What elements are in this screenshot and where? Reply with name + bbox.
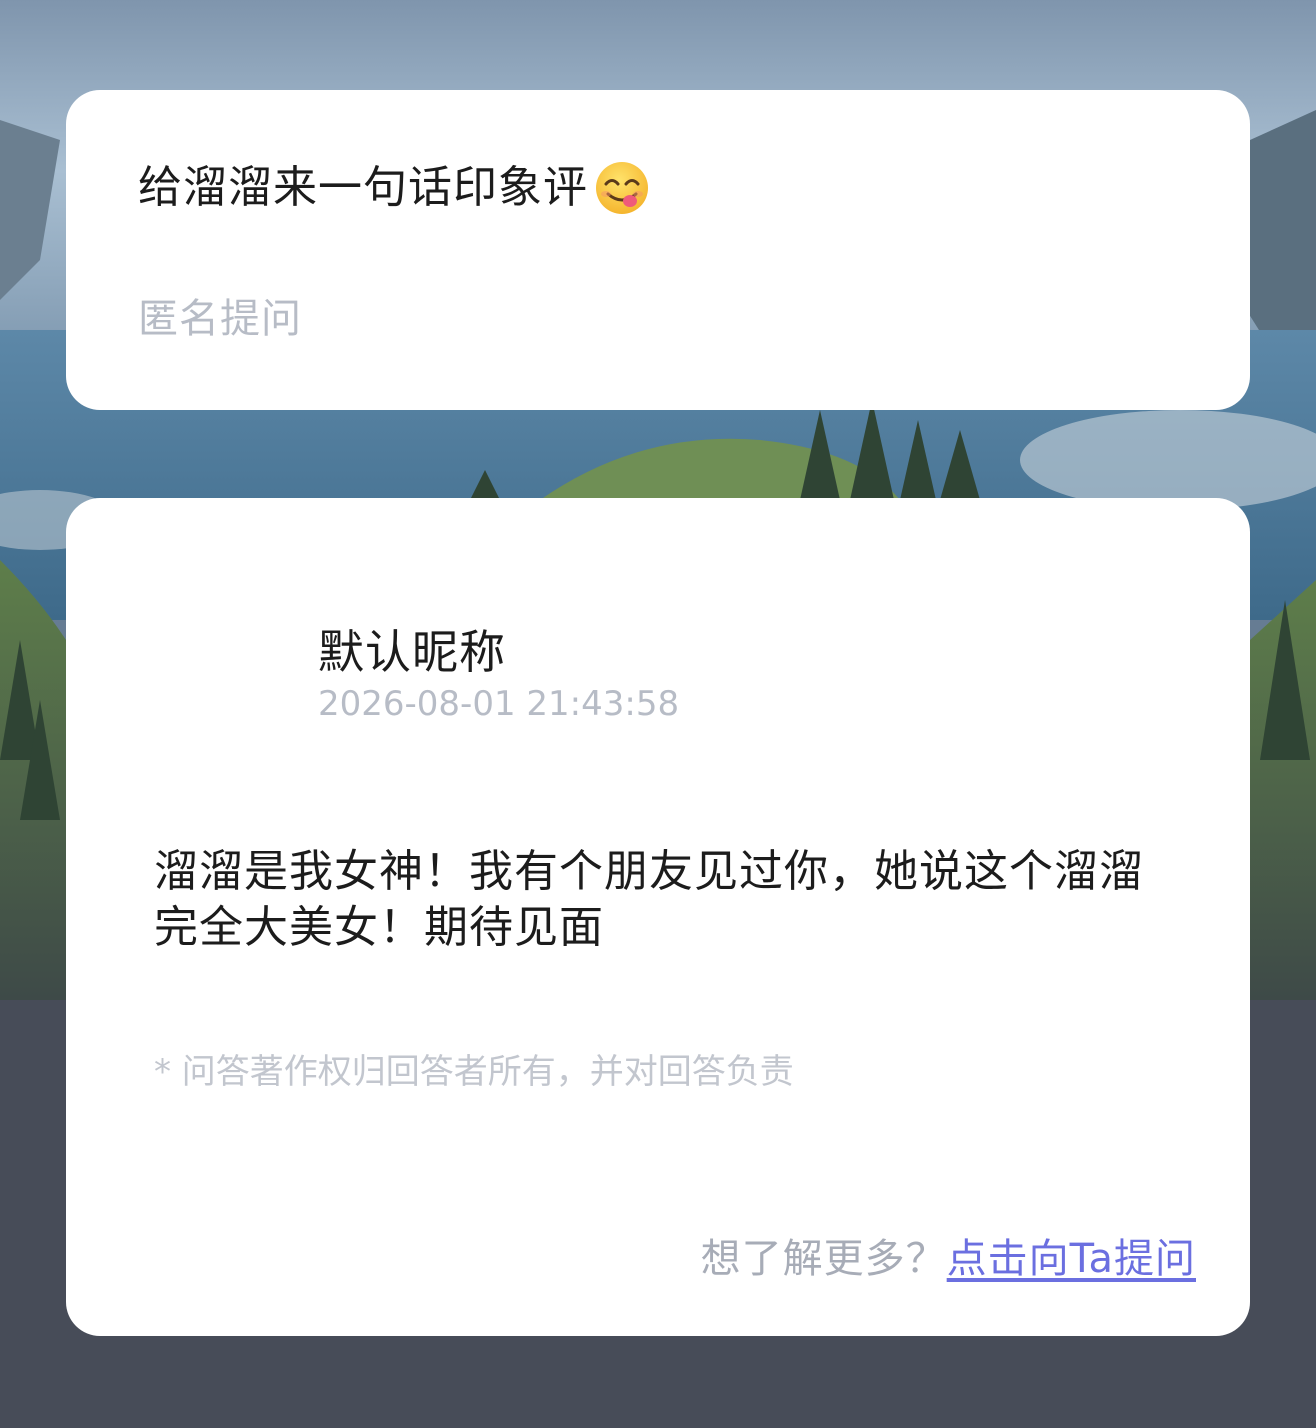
ask-more-footer: 想了解更多？点击向Ta提问 (701, 1226, 1196, 1284)
answer-timestamp: 2026-08-01 21:43:58 (318, 684, 680, 724)
question-text: 给溜溜来一句话印象评 (138, 162, 588, 213)
savoring-food-face-icon (594, 160, 650, 216)
ask-ta-link[interactable]: 点击向Ta提问 (947, 1236, 1196, 1282)
ask-more-prompt: 想了解更多？ (700, 1236, 947, 1282)
answer-card: 默认昵称 2026-08-01 21:43:58 溜溜是我女神！我有个朋友见过你… (66, 498, 1250, 1336)
copyright-note: * 问答著作权归回答者所有，并对回答负责 (154, 1052, 794, 1092)
anonymous-question-label: 匿名提问 (138, 296, 302, 342)
answer-text: 溜溜是我女神！我有个朋友见过你，她说这个溜溜完全大美女！期待见面 (154, 846, 1144, 953)
question-title: 给溜溜来一句话印象评 (138, 156, 650, 220)
question-card: 给溜溜来一句话印象评 匿名提问 (66, 90, 1250, 410)
user-nickname: 默认昵称 (318, 625, 506, 679)
